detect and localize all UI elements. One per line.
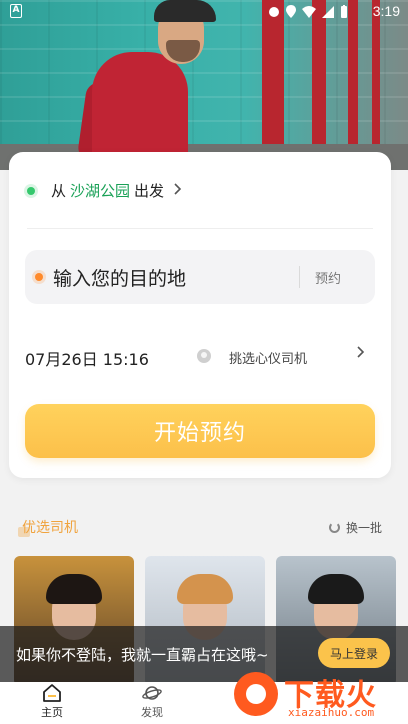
driver-hair <box>308 574 364 604</box>
nav-item-discover[interactable]: 发现 <box>122 684 182 720</box>
refresh-drivers-button[interactable]: 换一批 <box>328 519 382 536</box>
hero-banner-image <box>0 0 408 170</box>
nav-item-home[interactable]: 主页 <box>22 684 82 720</box>
watermark-flame-icon <box>234 672 278 716</box>
destination-dot-icon <box>35 273 43 281</box>
pickup-row[interactable]: 从 沙湖公园 出发 <box>27 180 182 201</box>
app-screen: A 3:19 从 沙湖公园 出发 输入您的目的地 预约 07月26日 15:16… <box>0 0 408 724</box>
notification-icon <box>269 6 279 17</box>
chevron-right-icon[interactable] <box>357 346 365 362</box>
datetime-picker[interactable]: 07月26日 15:16 <box>25 346 149 370</box>
app-badge-icon: A <box>10 4 22 18</box>
wifi-icon <box>302 5 316 18</box>
home-icon <box>43 684 61 702</box>
signal-icon <box>322 5 334 18</box>
chevron-right-icon <box>174 182 182 199</box>
reserve-button[interactable]: 预约 <box>315 268 341 287</box>
login-prompt-text: 如果你不登陆，我就一直霸占在这哦~ <box>16 646 269 664</box>
booking-card: 从 沙湖公园 出发 输入您的目的地 预约 07月26日 15:16 挑选心仪司机… <box>9 152 391 478</box>
status-time: 3:19 <box>372 3 400 19</box>
pickup-dot-icon <box>27 186 35 195</box>
pickup-prefix: 从 <box>51 182 67 200</box>
time-driver-row: 07月26日 15:16 挑选心仪司机 <box>25 344 375 370</box>
planet-icon <box>142 686 162 700</box>
login-button[interactable]: 马上登录 <box>318 638 390 668</box>
nav-label: 主页 <box>41 706 63 719</box>
status-bar: A 3:19 <box>0 0 408 24</box>
refresh-icon <box>328 522 340 533</box>
destination-input[interactable]: 输入您的目的地 预约 <box>25 250 375 304</box>
start-booking-button[interactable]: 开始预约 <box>25 404 375 458</box>
destination-placeholder: 输入您的目的地 <box>53 268 187 290</box>
driver-avatar-icon <box>197 349 211 363</box>
pickup-suffix: 出发 <box>134 182 165 200</box>
location-icon <box>286 5 296 18</box>
divider <box>27 228 373 229</box>
choose-driver-link[interactable]: 挑选心仪司机 <box>229 348 307 367</box>
driver-hair <box>177 574 233 604</box>
section-title: 优选司机 <box>18 517 78 537</box>
status-icons <box>268 5 348 18</box>
pickup-place: 沙湖公园 <box>70 182 131 200</box>
nav-label: 发现 <box>141 706 163 719</box>
battery-icon <box>341 5 347 18</box>
watermark-logo: 下载火 xiazaihuo.com <box>234 672 404 722</box>
refresh-label: 换一批 <box>345 521 382 535</box>
driver-hair <box>46 574 102 604</box>
divider <box>299 266 300 288</box>
watermark-domain: xiazaihuo.com <box>288 706 375 719</box>
